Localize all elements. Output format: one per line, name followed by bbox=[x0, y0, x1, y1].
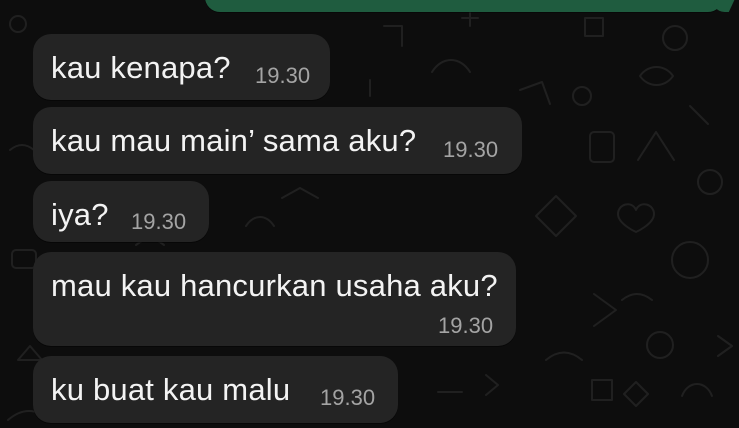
incoming-message-bubble[interactable]: mau kau hancurkan usaha aku? 19.30 bbox=[33, 252, 516, 346]
chat-window: kau kenapa? 19.30 kau mau main’ sama aku… bbox=[0, 0, 739, 428]
message-timestamp: 19.30 bbox=[255, 63, 311, 88]
incoming-message-bubble[interactable]: iya? 19.30 bbox=[33, 181, 209, 242]
message-text: ku buat kau malu bbox=[51, 372, 291, 407]
message-text: kau mau main’ sama aku? bbox=[51, 123, 417, 158]
message-text: mau kau hancurkan usaha aku? bbox=[51, 268, 498, 303]
message-timestamp: 19.30 bbox=[320, 385, 376, 410]
message-timestamp: 19.30 bbox=[131, 209, 187, 234]
incoming-message-bubble[interactable]: kau mau main’ sama aku? 19.30 bbox=[33, 107, 522, 174]
message-text: kau kenapa? bbox=[51, 50, 231, 85]
message-timestamp: 19.30 bbox=[443, 137, 499, 162]
previous-outgoing-message-bubble bbox=[205, 0, 723, 12]
incoming-message-bubble[interactable]: ku buat kau malu 19.30 bbox=[33, 356, 398, 423]
incoming-message-bubble[interactable]: kau kenapa? 19.30 bbox=[33, 34, 330, 100]
message-text: iya? bbox=[51, 197, 109, 232]
message-timestamp: 19.30 bbox=[438, 313, 494, 338]
